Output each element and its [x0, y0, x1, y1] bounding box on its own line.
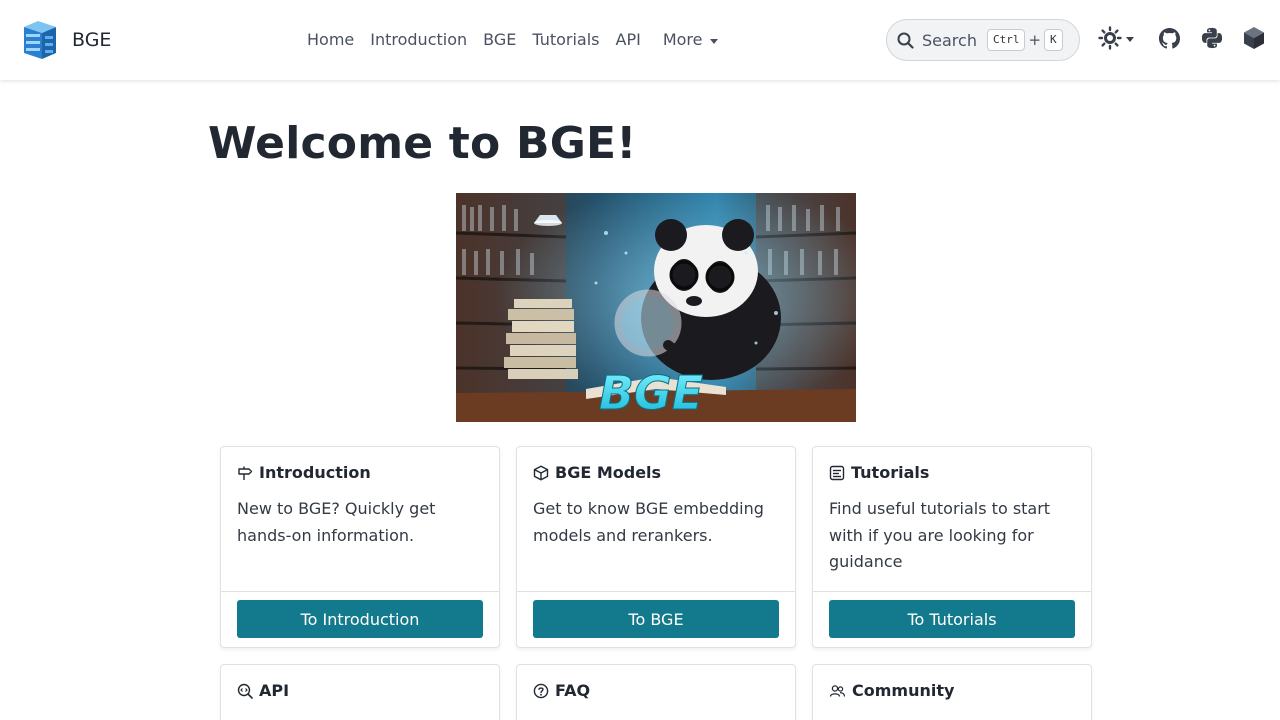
people-icon [829, 684, 846, 697]
nav-more-label: More [662, 30, 703, 49]
hero-image: BGE [456, 193, 856, 422]
nav-home[interactable]: Home [299, 29, 362, 51]
card-api: API [220, 664, 500, 720]
card-title: Introduction [259, 463, 371, 482]
brand-name: BGE [72, 29, 112, 51]
to-bge-button[interactable]: To BGE [533, 600, 779, 638]
card-faq: FAQ [516, 664, 796, 720]
panda-illustration: BGE [456, 193, 856, 422]
search-code-icon [237, 683, 253, 699]
card-tutorials: Tutorials Find useful tutorials to start… [812, 446, 1092, 648]
package-link[interactable] [1243, 26, 1265, 50]
top-navbar: BGE Home Introduction BGE Tutorials API … [0, 0, 1280, 80]
search-shortcut: Ctrl + K [986, 29, 1063, 51]
card-title: API [259, 681, 290, 700]
to-tutorials-button[interactable]: To Tutorials [829, 600, 1075, 638]
card-bge-models: BGE Models Get to know BGE embedding mod… [516, 446, 796, 648]
brand-link[interactable]: BGE [20, 19, 111, 61]
to-introduction-button[interactable]: To Introduction [237, 600, 483, 638]
card-text: Find useful tutorials to start with if y… [829, 499, 1051, 571]
nav-introduction[interactable]: Introduction [362, 29, 475, 51]
question-icon [533, 683, 549, 698]
theme-switch-button[interactable] [1098, 26, 1134, 50]
tutorial-icon [829, 465, 845, 480]
pypi-link[interactable] [1201, 27, 1223, 49]
bge-logo-icon [24, 21, 56, 59]
github-icon [1158, 27, 1181, 48]
nav-more-dropdown[interactable]: More [655, 29, 727, 51]
kbd-plus: + [1028, 31, 1042, 49]
card-text: Get to know BGE embedding models and rer… [533, 499, 764, 545]
kbd-ctrl: Ctrl [986, 29, 1026, 51]
search-button[interactable]: Search Ctrl + K [886, 19, 1080, 61]
search-icon [897, 32, 914, 49]
card-title: BGE Models [555, 463, 662, 482]
card-community: Community [812, 664, 1092, 720]
main-nav: Home Introduction BGE Tutorials API More [299, 29, 726, 51]
kbd-k: K [1044, 29, 1063, 51]
card-title: Community [852, 681, 955, 700]
signpost-icon [238, 466, 253, 480]
header-icons [1098, 26, 1265, 50]
github-link[interactable] [1158, 27, 1181, 50]
search-label: Search [922, 30, 977, 50]
theme-switch-icon [1098, 26, 1122, 50]
chevron-down-icon [710, 38, 719, 44]
python-icon [1201, 27, 1223, 49]
nav-tutorials[interactable]: Tutorials [524, 29, 607, 51]
cube-icon [533, 465, 549, 481]
card-text: New to BGE? Quickly get hands-on informa… [237, 499, 436, 545]
card-title: FAQ [555, 681, 591, 700]
nav-bge[interactable]: BGE [475, 29, 524, 51]
hero-overlay-text: BGE [599, 366, 703, 420]
chevron-down-icon [1126, 36, 1134, 42]
page-title: Welcome to BGE! [208, 118, 637, 169]
card-introduction: Introduction New to BGE? Quickly get han… [220, 446, 500, 648]
card-title: Tutorials [851, 463, 930, 482]
nav-api[interactable]: API [608, 29, 649, 51]
package-icon [1244, 27, 1264, 49]
